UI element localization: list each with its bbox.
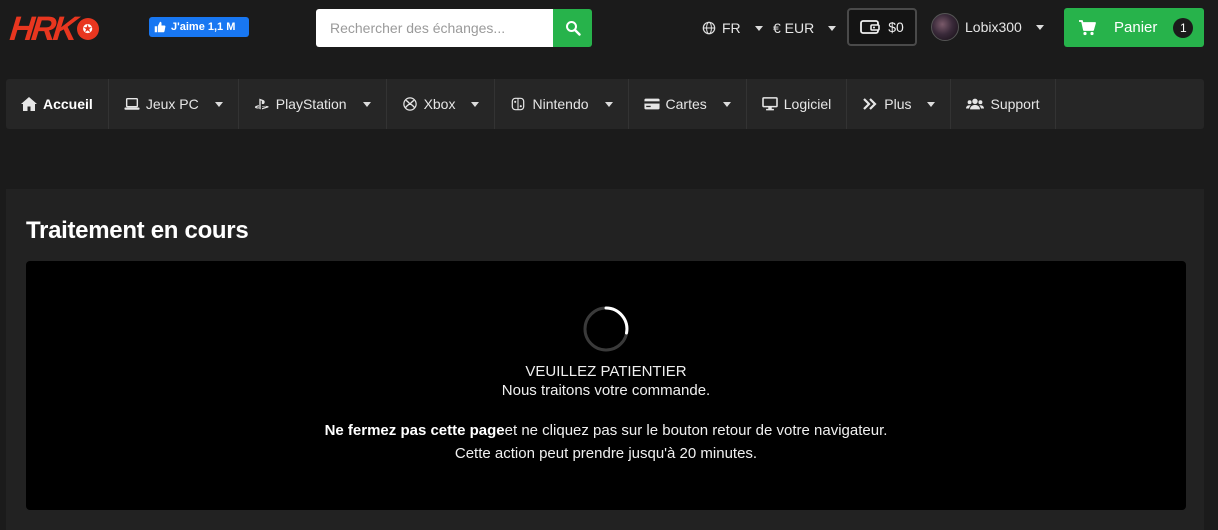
status-subheading: Nous traitons votre commande. <box>501 382 711 399</box>
thumbs-up-icon <box>154 21 166 33</box>
nav-item-cartes[interactable]: Cartes <box>629 79 747 129</box>
processing-box: VEUILLEZ PATIENTIER Nous traitons votre … <box>26 261 1186 510</box>
nav-item-plus[interactable]: Plus <box>847 79 952 129</box>
chevron-down-icon <box>1035 24 1044 30</box>
nav-item-label: Logiciel <box>783 96 832 112</box>
top-bar: HRK ✪ J'aime 1,1 M FR € EUR <box>0 0 1218 56</box>
nintendo-switch-icon <box>512 97 525 111</box>
language-selector[interactable]: FR <box>702 18 763 38</box>
wallet-button[interactable]: $0 <box>847 8 917 46</box>
cart-label: Panier <box>1114 19 1158 36</box>
wallet-icon <box>860 20 881 34</box>
chevron-down-icon <box>214 101 223 107</box>
chevron-down-icon <box>722 101 731 107</box>
logo-text: HRK <box>8 10 77 48</box>
nav-item-label: Accueil <box>43 96 93 112</box>
facebook-like-label: J'aime 1,1 M <box>171 21 236 33</box>
credit-card-icon <box>643 98 660 110</box>
nav-item-jeux-pc[interactable]: Jeux PC <box>109 79 239 129</box>
nav-item-label: Jeux PC <box>145 96 199 112</box>
site-logo[interactable]: HRK ✪ <box>8 10 134 48</box>
cart-count-badge: 1 <box>1173 17 1194 38</box>
logo-badge-icon: ✪ <box>76 18 99 40</box>
nav-item-label: Plus <box>884 96 912 112</box>
nav-item-label: Cartes <box>665 96 707 112</box>
chevron-down-icon <box>927 101 936 107</box>
nav-item-logiciel[interactable]: Logiciel <box>747 79 848 129</box>
nav-item-nintendo[interactable]: Nintendo <box>495 79 629 129</box>
search-button[interactable] <box>553 9 592 47</box>
main-panel: Traitement en cours VEUILLEZ PATIENTIER … <box>6 189 1204 530</box>
search-icon <box>565 21 581 36</box>
currency-selector[interactable]: € EUR <box>773 18 837 38</box>
nav-item-accueil[interactable]: Accueil <box>6 79 109 129</box>
chevron-down-icon <box>604 101 613 107</box>
chevron-down-icon <box>362 101 371 107</box>
nav-item-label: Support <box>990 96 1040 112</box>
nav-item-xbox[interactable]: Xbox <box>387 79 496 129</box>
chevron-down-icon <box>754 25 763 31</box>
spacer-strip <box>0 139 1218 189</box>
xbox-icon <box>402 97 417 111</box>
nav-item-label: PlayStation <box>275 96 347 112</box>
chevron-down-icon <box>471 101 480 107</box>
status-warning: Ne fermez pas cette pageet ne cliquez pa… <box>26 422 1186 439</box>
page-title: Traitement en cours <box>26 217 249 244</box>
language-label: FR <box>722 20 741 36</box>
nav-item-playstation[interactable]: PlayStation <box>239 79 387 129</box>
status-warning-text: et ne cliquez pas sur le bouton retour d… <box>504 422 888 439</box>
chevron-down-icon <box>828 25 837 31</box>
nav-item-support[interactable]: Support <box>951 79 1056 129</box>
home-icon <box>21 97 37 111</box>
playstation-icon <box>254 98 269 110</box>
status-duration-note: Cette action peut prendre jusqu'à 20 min… <box>454 445 758 462</box>
search-bar <box>316 9 592 47</box>
status-warning-bold: Ne fermez pas cette page <box>324 422 505 439</box>
monitor-icon <box>761 97 778 111</box>
globe-icon <box>702 21 716 35</box>
username: Lobix300 <box>965 19 1022 35</box>
currency-label: € EUR <box>773 20 815 36</box>
nav-item-label: Xbox <box>423 96 456 112</box>
nav-item-label: Nintendo <box>532 96 589 112</box>
main-navigation: Accueil Jeux PC PlayStation Xbox Nintend… <box>6 79 1204 129</box>
double-chevron-right-icon <box>863 98 877 110</box>
search-input[interactable] <box>316 9 553 47</box>
shopping-cart-icon <box>1079 19 1096 35</box>
wallet-balance: $0 <box>888 19 904 35</box>
user-menu[interactable]: Lobix300 <box>931 13 1044 41</box>
laptop-icon <box>124 97 140 110</box>
avatar <box>931 13 959 41</box>
facebook-like-button[interactable]: J'aime 1,1 M <box>149 17 249 37</box>
users-icon <box>966 98 985 110</box>
loading-spinner-icon <box>583 306 629 352</box>
status-heading: VEUILLEZ PATIENTIER <box>525 363 687 380</box>
cart-button[interactable]: Panier 1 <box>1064 8 1204 47</box>
